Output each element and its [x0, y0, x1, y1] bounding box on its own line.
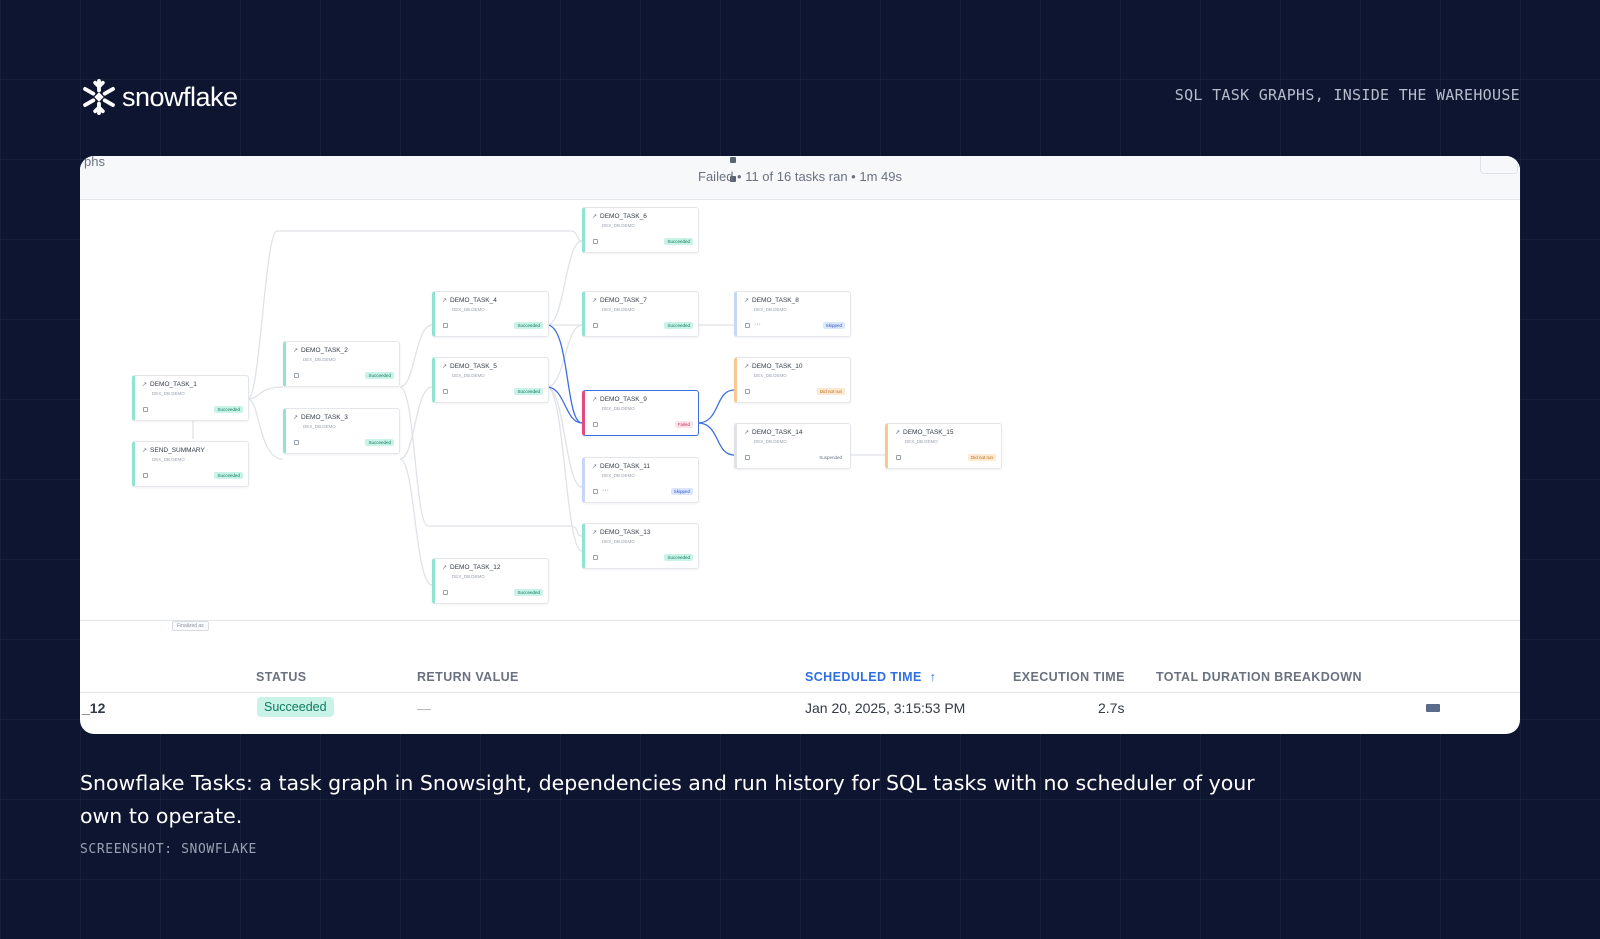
task-icon [593, 555, 598, 560]
status-badge: Skipped [822, 322, 845, 329]
task-icon [593, 489, 598, 494]
task-node[interactable]: DEMO_TASK_4DEX_DB.DEMO Succeeded [432, 291, 549, 337]
status-badge: Suspended [819, 455, 842, 460]
run-summary: Failed • 11 of 16 tasks ran • 1m 49s [698, 169, 902, 184]
status-badge: Succeeded [214, 406, 243, 413]
column-header-total-duration[interactable]: TOTAL DURATION BREAKDOWN [1156, 670, 1362, 684]
status-badge: Succeeded [514, 322, 543, 329]
task-node-failed[interactable]: DEMO_TASK_9DEX_DB.DEMO Failed [582, 390, 699, 436]
status-badge: Did not run [967, 454, 996, 461]
task-icon [593, 239, 598, 244]
task-node[interactable]: DEMO_TASK_6DEX_DB.DEMO Succeeded [582, 207, 699, 253]
more-icon: ··· [602, 487, 609, 494]
status-badge: Failed [674, 421, 693, 428]
task-icon [443, 590, 448, 595]
more-icon: ··· [754, 321, 761, 328]
column-header-return-value[interactable]: RETURN VALUE [417, 670, 519, 684]
column-header-execution-time[interactable]: EXECUTION TIME [1013, 670, 1125, 684]
task-icon [294, 373, 299, 378]
task-node[interactable]: DEMO_TASK_7DEX_DB.DEMO Succeeded [582, 291, 699, 337]
row-task-name[interactable]: _12 [82, 700, 105, 716]
task-icon [593, 323, 598, 328]
task-node[interactable]: DEMO_TASK_14DEX_DB.DEMO Suspended [734, 423, 851, 469]
status-badge: Did not run [816, 388, 845, 395]
task-icon [143, 407, 148, 412]
breadcrumb[interactable]: phs [84, 156, 105, 169]
task-node[interactable]: DEMO_TASK_11DEX_DB.DEMO ··· Skipped [582, 457, 699, 503]
task-icon [896, 455, 901, 460]
task-node[interactable]: DEMO_TASK_15DEX_DB.DEMO Did not run [885, 423, 1002, 469]
status-badge: Succeeded [664, 322, 693, 329]
column-header-scheduled-time[interactable]: SCHEDULED TIME ↑ [805, 670, 936, 684]
task-node[interactable]: SEND_SUMMARYDEX_DB.DEMO Succeeded [132, 441, 249, 487]
task-icon [745, 389, 750, 394]
duration-breakdown-bar[interactable] [1426, 704, 1440, 712]
status-badge: Succeeded [365, 372, 394, 379]
header: snowflake SQL TASK GRAPHS, INSIDE THE WA… [80, 78, 1520, 118]
task-node[interactable]: DEMO_TASK_1DEX_DB.DEMO Succeeded [132, 375, 249, 421]
credit: SCREENSHOT: SNOWFLAKE [80, 842, 257, 857]
logo-text: snowflake [122, 81, 238, 112]
task-icon [745, 455, 750, 460]
arrow-up-icon: ↑ [929, 670, 937, 684]
task-node[interactable]: DEMO_TASK_5DEX_DB.DEMO Succeeded [432, 357, 549, 403]
task-icon [443, 323, 448, 328]
task-node[interactable]: DEMO_TASK_10DEX_DB.DEMO Did not run [734, 357, 851, 403]
graph-title-fragment [730, 156, 880, 182]
task-icon [143, 473, 148, 478]
status-badge: Succeeded [514, 388, 543, 395]
task-icon [294, 440, 299, 445]
snowsight-screenshot: phs Failed • 11 of 16 tasks ran • 1m 49s [80, 156, 1520, 734]
status-badge: Succeeded [365, 439, 394, 446]
table-divider [80, 692, 1520, 693]
row-execution-time: 2.7s [1098, 700, 1125, 716]
task-graph-canvas[interactable]: DEMO_TASK_1DEX_DB.DEMO Succeeded Finaliz… [80, 201, 1520, 631]
task-node[interactable]: DEMO_TASK_13DEX_DB.DEMO Succeeded [582, 523, 699, 569]
status-badge: Succeeded [257, 697, 334, 717]
column-header-status[interactable]: STATUS [256, 670, 307, 684]
task-node[interactable]: DEMO_TASK_3DEX_DB.DEMO Succeeded [283, 408, 400, 454]
graph-header: phs Failed • 11 of 16 tasks ran • 1m 49s [80, 156, 1520, 200]
task-node[interactable]: DEMO_TASK_12DEX_DB.DEMO Succeeded [432, 558, 549, 604]
task-node[interactable]: DEMO_TASK_2DEX_DB.DEMO Succeeded [283, 341, 400, 387]
status-badge: Skipped [670, 488, 693, 495]
row-return-value: — [417, 700, 431, 716]
snowflake-icon [83, 78, 115, 116]
status-badge: Succeeded [214, 472, 243, 479]
task-icon [593, 422, 598, 427]
tagline: SQL TASK GRAPHS, INSIDE THE WAREHOUSE [1174, 86, 1520, 104]
run-history-table: STATUS RETURN VALUE SCHEDULED TIME ↑ EXE… [80, 622, 1520, 734]
task-icon [745, 323, 750, 328]
row-scheduled-time: Jan 20, 2025, 3:15:53 PM [805, 700, 966, 716]
status-badge: Succeeded [664, 238, 693, 245]
status-badge: Succeeded [664, 554, 693, 561]
task-node[interactable]: DEMO_TASK_8DEX_DB.DEMO ··· Skipped [734, 291, 851, 337]
snowflake-logo[interactable]: snowflake [80, 78, 238, 116]
corner-button[interactable] [1480, 156, 1518, 174]
caption: Snowflake Tasks: a task graph in Snowsig… [80, 771, 1255, 828]
task-icon [443, 389, 448, 394]
status-badge: Succeeded [514, 589, 543, 596]
